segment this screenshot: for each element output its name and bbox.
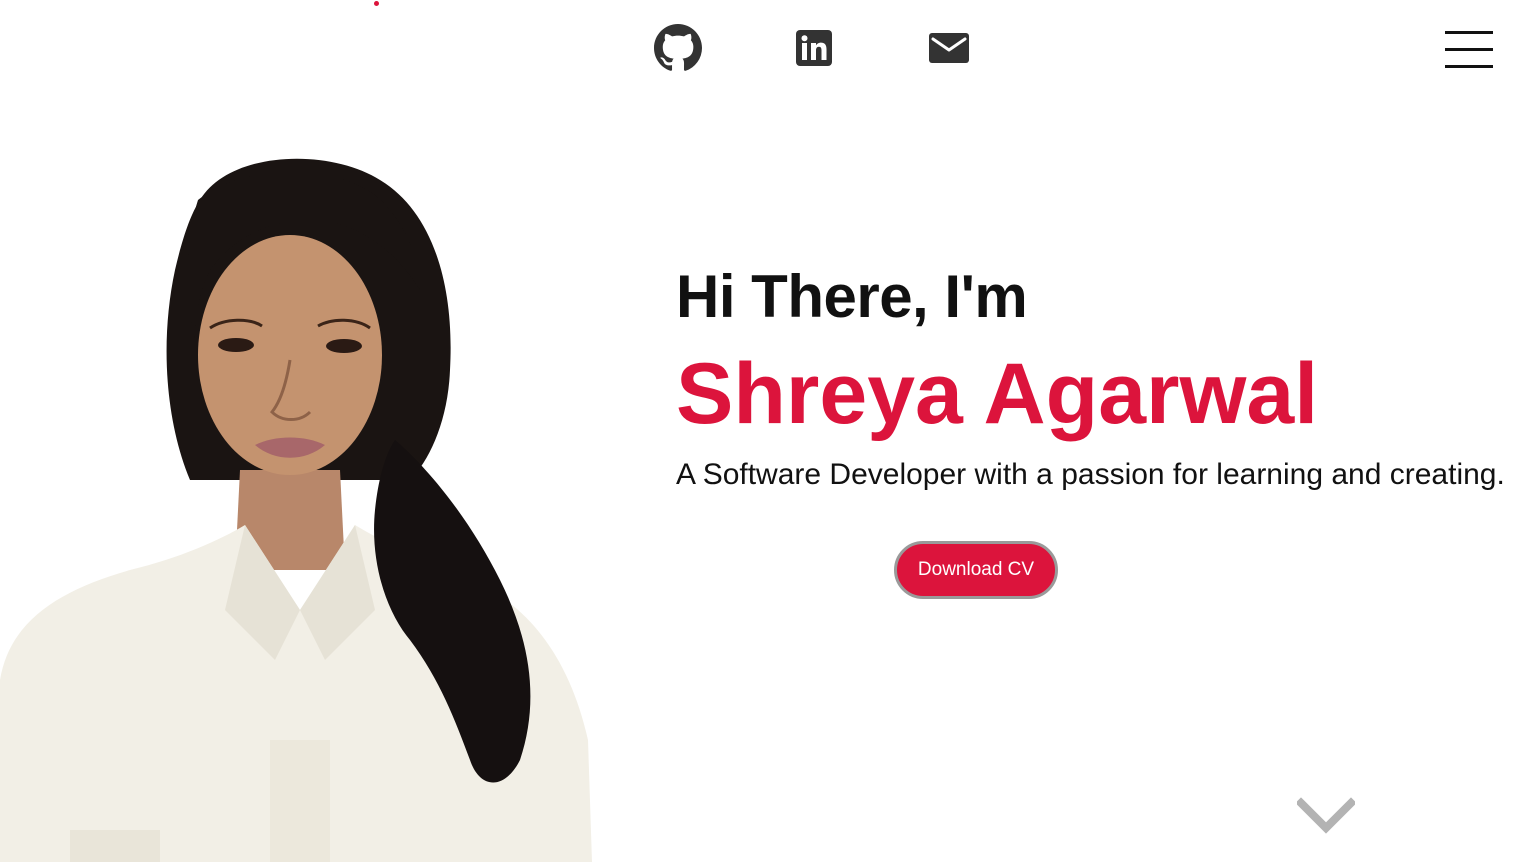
profile-photo bbox=[0, 158, 592, 862]
linkedin-icon bbox=[796, 30, 832, 66]
download-cv-button[interactable]: Download CV bbox=[894, 541, 1058, 599]
menu-button[interactable] bbox=[1443, 28, 1495, 72]
greeting-heading: Hi There, I'm bbox=[676, 263, 1028, 330]
github-icon bbox=[654, 24, 702, 71]
portfolio-page: Hi There, I'm Shreya Agarwal A Software … bbox=[0, 0, 1519, 862]
email-link[interactable] bbox=[926, 24, 972, 72]
hero-section: Hi There, I'm Shreya Agarwal A Software … bbox=[676, 262, 1516, 494]
github-link[interactable] bbox=[652, 24, 704, 72]
email-icon bbox=[929, 33, 969, 63]
cursor-dot bbox=[374, 1, 379, 6]
scroll-down-button[interactable] bbox=[1295, 797, 1357, 837]
name-heading: Shreya Agarwal bbox=[676, 346, 1319, 442]
chevron-down-icon bbox=[1295, 797, 1357, 834]
linkedin-link[interactable] bbox=[790, 24, 838, 72]
tagline-text: A Software Developer with a passion for … bbox=[676, 458, 1505, 491]
